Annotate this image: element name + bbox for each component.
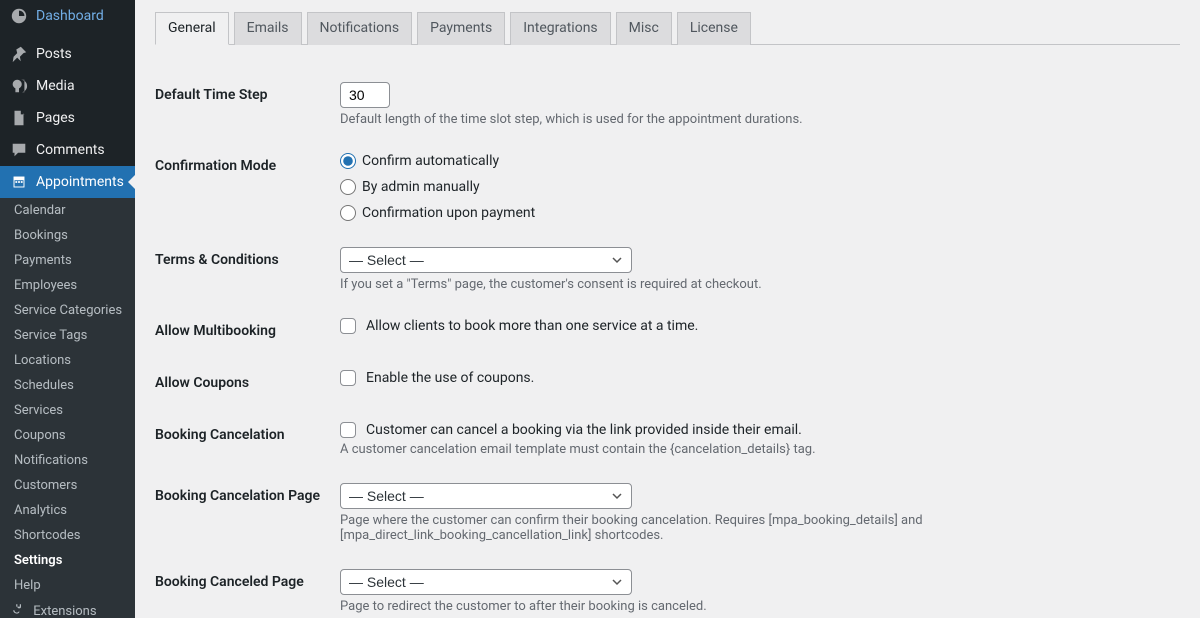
sub-schedules[interactable]: Schedules — [0, 373, 135, 398]
checkbox-coupons[interactable] — [340, 370, 356, 386]
sub-settings[interactable]: Settings — [0, 548, 135, 573]
nav-pages[interactable]: Pages — [0, 102, 135, 134]
label-default-time-step: Default Time Step — [155, 69, 340, 140]
sub-employees[interactable]: Employees — [0, 273, 135, 298]
radio-confirm-manual[interactable] — [340, 179, 356, 195]
comment-icon — [10, 141, 28, 159]
dashboard-icon — [10, 7, 28, 25]
radio-label: Confirm automatically — [362, 153, 499, 169]
sub-customers[interactable]: Customers — [0, 473, 135, 498]
check-label: Allow clients to book more than one serv… — [366, 318, 698, 334]
nav-label: Pages — [36, 110, 75, 126]
sub-help[interactable]: Help — [0, 573, 135, 598]
check-label: Enable the use of coupons. — [366, 370, 534, 386]
sub-extensions[interactable]: Extensions — [0, 598, 135, 618]
plug-icon — [12, 603, 26, 618]
nav-label: Posts — [36, 46, 72, 62]
sub-payments[interactable]: Payments — [0, 248, 135, 273]
sub-service-categories[interactable]: Service Categories — [0, 298, 135, 323]
calendar-icon — [10, 173, 28, 191]
page-icon — [10, 109, 28, 127]
select-terms[interactable]: — Select — — [340, 247, 632, 273]
label-canceled-page: Booking Canceled Page — [155, 556, 340, 618]
tab-misc[interactable]: Misc — [616, 12, 672, 45]
settings-tabs: General Emails Notifications Payments In… — [155, 10, 1180, 45]
nav-label: Comments — [36, 142, 105, 158]
label-terms: Terms & Conditions — [155, 234, 340, 305]
label-cancel-page: Booking Cancelation Page — [155, 470, 340, 556]
sub-locations[interactable]: Locations — [0, 348, 135, 373]
tab-license[interactable]: License — [677, 12, 751, 45]
sub-shortcodes[interactable]: Shortcodes — [0, 523, 135, 548]
tab-payments[interactable]: Payments — [417, 12, 505, 45]
label-confirmation-mode: Confirmation Mode — [155, 140, 340, 234]
sub-notifications[interactable]: Notifications — [0, 448, 135, 473]
tab-emails[interactable]: Emails — [234, 12, 302, 45]
nav-label: Extensions — [33, 604, 96, 618]
tab-integrations[interactable]: Integrations — [510, 12, 610, 45]
sub-calendar[interactable]: Calendar — [0, 198, 135, 223]
sub-services[interactable]: Services — [0, 398, 135, 423]
nav-appointments[interactable]: Appointments — [0, 166, 135, 198]
nav-posts[interactable]: Posts — [0, 38, 135, 70]
checkbox-multibooking[interactable] — [340, 318, 356, 334]
sub-bookings[interactable]: Bookings — [0, 223, 135, 248]
radio-label: By admin manually — [362, 179, 480, 195]
select-cancel-page[interactable]: — Select — — [340, 483, 632, 509]
sub-service-tags[interactable]: Service Tags — [0, 323, 135, 348]
desc-canceled-page: Page to redirect the customer to after t… — [340, 599, 1170, 614]
select-canceled-page[interactable]: — Select — — [340, 569, 632, 595]
nav-label: Media — [36, 78, 75, 94]
label-booking-cancel: Booking Cancelation — [155, 409, 340, 470]
media-icon — [10, 77, 28, 95]
radio-confirm-auto[interactable] — [340, 153, 356, 169]
tab-notifications[interactable]: Notifications — [307, 12, 413, 45]
desc-default-time-step: Default length of the time slot step, wh… — [340, 112, 1170, 127]
desc-terms: If you set a "Terms" page, the customer'… — [340, 277, 1170, 292]
nav-comments[interactable]: Comments — [0, 134, 135, 166]
label-coupons: Allow Coupons — [155, 357, 340, 409]
settings-content: General Emails Notifications Payments In… — [135, 0, 1200, 618]
nav-label: Dashboard — [36, 8, 104, 24]
sub-coupons[interactable]: Coupons — [0, 423, 135, 448]
checkbox-booking-cancel[interactable] — [340, 422, 356, 438]
check-label: Customer can cancel a booking via the li… — [366, 422, 802, 438]
nav-media[interactable]: Media — [0, 70, 135, 102]
radio-confirm-payment[interactable] — [340, 205, 356, 221]
pin-icon — [10, 45, 28, 63]
radio-label: Confirmation upon payment — [362, 205, 535, 221]
nav-dashboard[interactable]: Dashboard — [0, 0, 135, 32]
label-multibooking: Allow Multibooking — [155, 305, 340, 357]
admin-sidebar: Dashboard Posts Media Pages Comments — [0, 0, 135, 618]
input-default-time-step[interactable] — [340, 82, 390, 108]
desc-booking-cancel: A customer cancelation email template mu… — [340, 442, 1170, 457]
settings-form: Default Time Step Default length of the … — [155, 69, 1180, 618]
nav-label: Appointments — [36, 174, 124, 190]
sub-analytics[interactable]: Analytics — [0, 498, 135, 523]
desc-cancel-page: Page where the customer can confirm thei… — [340, 513, 1170, 543]
tab-general[interactable]: General — [155, 12, 229, 45]
